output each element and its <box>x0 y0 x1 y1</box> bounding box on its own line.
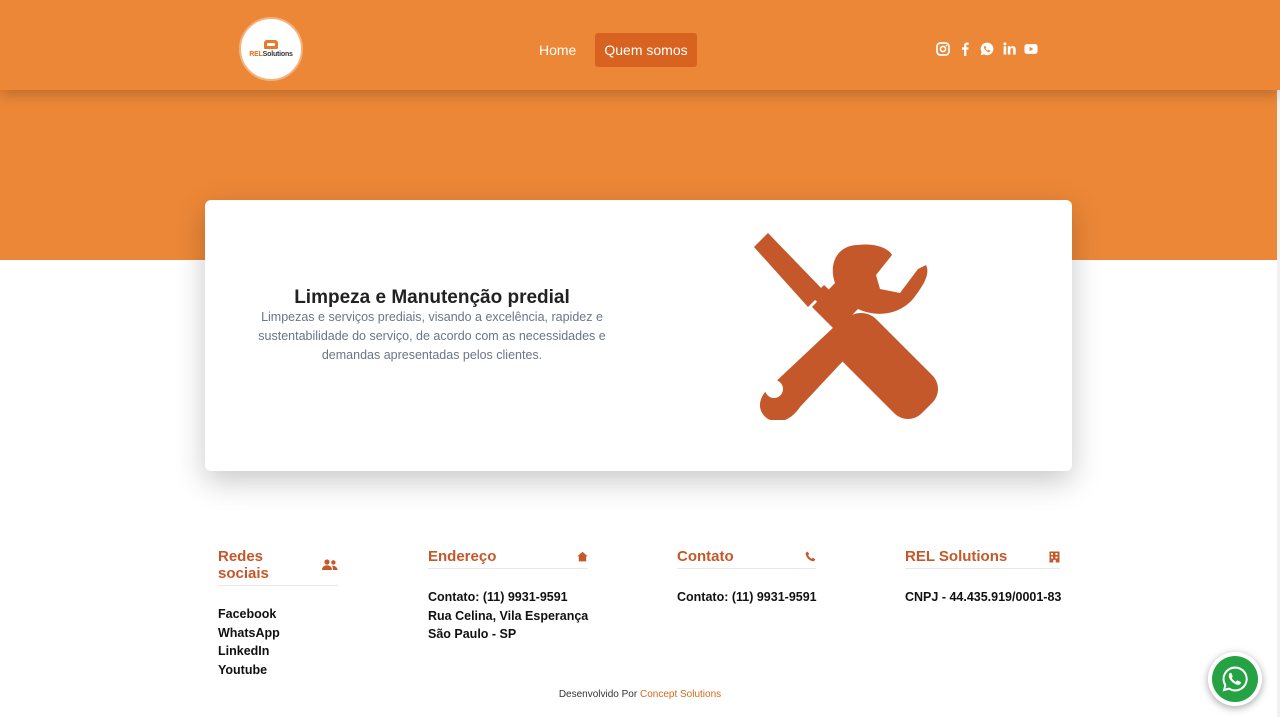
footer-col-header: Contato <box>677 548 816 569</box>
footer-col-social: Redes sociais Facebook WhatsApp LinkedIn… <box>218 548 338 679</box>
footer-col-company: REL Solutions CNPJ - 44.435.919/0001-83 <box>905 548 1062 607</box>
footer-col-title: Redes sociais <box>218 548 269 582</box>
social-links <box>936 41 1038 56</box>
credit-brand-link[interactable]: Concept Solutions <box>640 689 721 700</box>
footer-col-header: Redes sociais <box>218 548 338 586</box>
address-street: Rua Celina, Vila Esperança <box>428 608 589 623</box>
nav-quem-somos[interactable]: Quem somos <box>595 33 697 67</box>
whatsapp-icon <box>1212 656 1258 702</box>
footer-link-youtube[interactable]: Youtube <box>218 661 338 680</box>
nav-home[interactable]: Home <box>530 33 585 67</box>
facebook-icon[interactable] <box>958 41 972 56</box>
credit-prefix: Desenvolvido Por <box>558 689 638 700</box>
footer-col-list: Facebook WhatsApp LinkedIn Youtube <box>218 605 338 679</box>
youtube-icon[interactable] <box>1024 41 1038 56</box>
footer-col-list: CNPJ - 44.435.919/0001-83 <box>905 588 1062 607</box>
service-card: Limpeza e Manutenção predial Limpezas e … <box>205 200 1072 471</box>
users-icon <box>322 559 338 571</box>
footer-col-title: Contato <box>677 548 734 565</box>
logo[interactable]: RELSolutions <box>239 17 303 81</box>
address-phone: Contato: (11) 9931-9591 <box>428 590 568 604</box>
phone-icon <box>805 551 816 562</box>
footer-col-header: Endereço <box>428 548 588 569</box>
footer-col-list: Contato: (11) 9931-9591 <box>677 588 817 607</box>
footer-credit: Desenvolvido Por Concept Solutions <box>0 689 1280 700</box>
footer-col-header: REL Solutions <box>905 548 1060 569</box>
footer-link-facebook[interactable]: Facebook <box>218 605 338 624</box>
footer-col-contact: Contato Contato: (11) 9931-9591 <box>677 548 817 607</box>
tools-icon <box>754 233 938 420</box>
linkedin-icon[interactable] <box>1002 41 1016 56</box>
whatsapp-icon[interactable] <box>980 41 994 56</box>
logo-text: RELSolutions <box>249 51 293 58</box>
footer-col-title: REL Solutions <box>905 548 1008 565</box>
building-icon <box>1049 551 1060 563</box>
company-cnpj: CNPJ - 44.435.919/0001-83 <box>905 590 1062 604</box>
footer-col-address: Endereço Contato: (11) 9931-9591 Rua Cel… <box>428 548 588 644</box>
site-header: RELSolutions Home Quem somos <box>0 0 1280 90</box>
footer-link-linkedin[interactable]: LinkedIn <box>218 642 338 661</box>
main-nav: Home Quem somos <box>530 33 707 67</box>
footer-col-title: Endereço <box>428 548 497 565</box>
logo-mark-icon <box>264 40 278 49</box>
instagram-icon[interactable] <box>936 41 950 56</box>
footer-col-list: Contato: (11) 9931-9591 Rua Celina, Vila… <box>428 588 588 644</box>
contact-phone[interactable]: Contato: (11) 9931-9591 <box>677 588 817 607</box>
whatsapp-float-button[interactable] <box>1208 652 1262 706</box>
service-title: Limpeza e Manutenção predial <box>294 286 570 308</box>
address-city: São Paulo - SP <box>428 627 517 641</box>
service-description: Limpezas e serviços prediais, visando a … <box>258 310 606 362</box>
footer-link-whatsapp[interactable]: WhatsApp <box>218 624 338 643</box>
home-icon <box>577 551 588 562</box>
